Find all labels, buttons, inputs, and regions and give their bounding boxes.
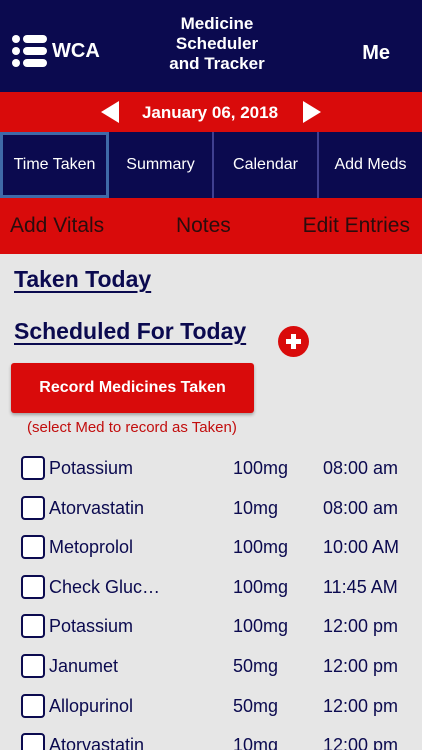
medication-checkbox[interactable] <box>21 693 45 718</box>
app-title: Medicine Scheduler and Tracker <box>169 14 265 73</box>
date-bar: January 06, 2018 <box>0 92 422 132</box>
tab-calendar[interactable]: Calendar <box>214 132 319 198</box>
medication-name: Check Gluc… <box>49 576 161 597</box>
tab-add-meds[interactable]: Add Meds <box>319 132 422 198</box>
medication-checkbox[interactable] <box>21 574 45 599</box>
medication-checkbox[interactable] <box>21 535 45 560</box>
medication-name: Metoprolol <box>49 537 134 558</box>
medication-name: Allopurinol <box>49 695 134 716</box>
medication-time: 08:00 am <box>323 458 399 478</box>
medication-name: Janumet <box>49 655 119 676</box>
medication-time: 12:00 pm <box>323 735 399 750</box>
previous-day-arrow-icon[interactable] <box>101 101 119 123</box>
edit-entries-button[interactable]: Edit Entries <box>303 214 410 238</box>
medication-name: Potassium <box>49 458 134 478</box>
menu-list-icon <box>12 32 48 70</box>
medication-row[interactable]: Check Gluc… 100mg 11:45 AM <box>0 567 422 607</box>
taken-today-heading[interactable]: Taken Today <box>14 266 151 293</box>
medication-time: 12:00 pm <box>323 695 399 716</box>
medication-checkbox[interactable] <box>21 495 45 520</box>
tab-summary[interactable]: Summary <box>109 132 214 198</box>
main-tabs: Time Taken Summary Calendar Add Meds <box>0 132 422 198</box>
medication-dose: 100mg <box>233 537 289 558</box>
logo-text: WCA <box>52 39 100 62</box>
medication-time: 12:00 pm <box>323 616 399 637</box>
medication-row[interactable]: Atorvastatin 10mg 12:00 pm <box>0 725 422 750</box>
record-hint: (select Med to record as Taken) <box>27 419 237 436</box>
medication-row[interactable]: Janumet 50mg 12:00 pm <box>0 646 422 686</box>
medication-dose: 10mg <box>233 497 279 518</box>
medication-dose: 100mg <box>233 616 289 637</box>
medication-dose: 100mg <box>233 576 289 597</box>
app-logo[interactable]: WCA <box>12 32 100 70</box>
medication-time: 12:00 pm <box>323 655 399 676</box>
notes-button[interactable]: Notes <box>176 214 231 238</box>
medication-dose: 50mg <box>233 655 279 676</box>
medication-time: 11:45 AM <box>323 576 398 597</box>
medication-dose: 10mg <box>233 735 279 750</box>
medication-row[interactable]: Atorvastatin 10mg 08:00 am <box>0 488 422 528</box>
medication-row[interactable]: Potassium 100mg 08:00 am <box>0 448 422 488</box>
current-date: January 06, 2018 <box>141 103 279 122</box>
medication-dose: 100mg <box>233 458 289 478</box>
add-vitals-button[interactable]: Add Vitals <box>10 214 104 238</box>
action-bar: Add Vitals Notes Edit Entries <box>0 198 422 254</box>
medication-checkbox[interactable] <box>21 614 45 639</box>
add-scheduled-plus-icon[interactable] <box>278 326 309 357</box>
medication-list: Potassium 100mg 08:00 am Atorvastatin 10… <box>0 448 422 750</box>
medication-time: 08:00 am <box>323 497 399 518</box>
medication-name: Atorvastatin <box>49 497 145 518</box>
medication-time: 10:00 AM <box>323 537 400 558</box>
medication-checkbox[interactable] <box>21 653 45 678</box>
record-medicines-button[interactable]: Record Medicines Taken <box>11 363 254 413</box>
medication-dose: 50mg <box>233 695 279 716</box>
scheduled-today-heading[interactable]: Scheduled For Today <box>14 318 246 345</box>
medication-name: Atorvastatin <box>49 735 145 750</box>
medication-checkbox[interactable] <box>21 456 45 480</box>
medication-row[interactable]: Potassium 100mg 12:00 pm <box>0 606 422 646</box>
top-header: WCA Medicine Scheduler and Tracker Me <box>0 0 422 92</box>
me-button[interactable]: Me <box>362 42 390 65</box>
medication-row[interactable]: Metoprolol 100mg 10:00 AM <box>0 527 422 567</box>
next-day-arrow-icon[interactable] <box>303 101 321 123</box>
medication-checkbox[interactable] <box>21 733 45 750</box>
tab-time-taken[interactable]: Time Taken <box>0 132 109 198</box>
medication-name: Potassium <box>49 616 134 637</box>
medication-row[interactable]: Allopurinol 50mg 12:00 pm <box>0 686 422 726</box>
